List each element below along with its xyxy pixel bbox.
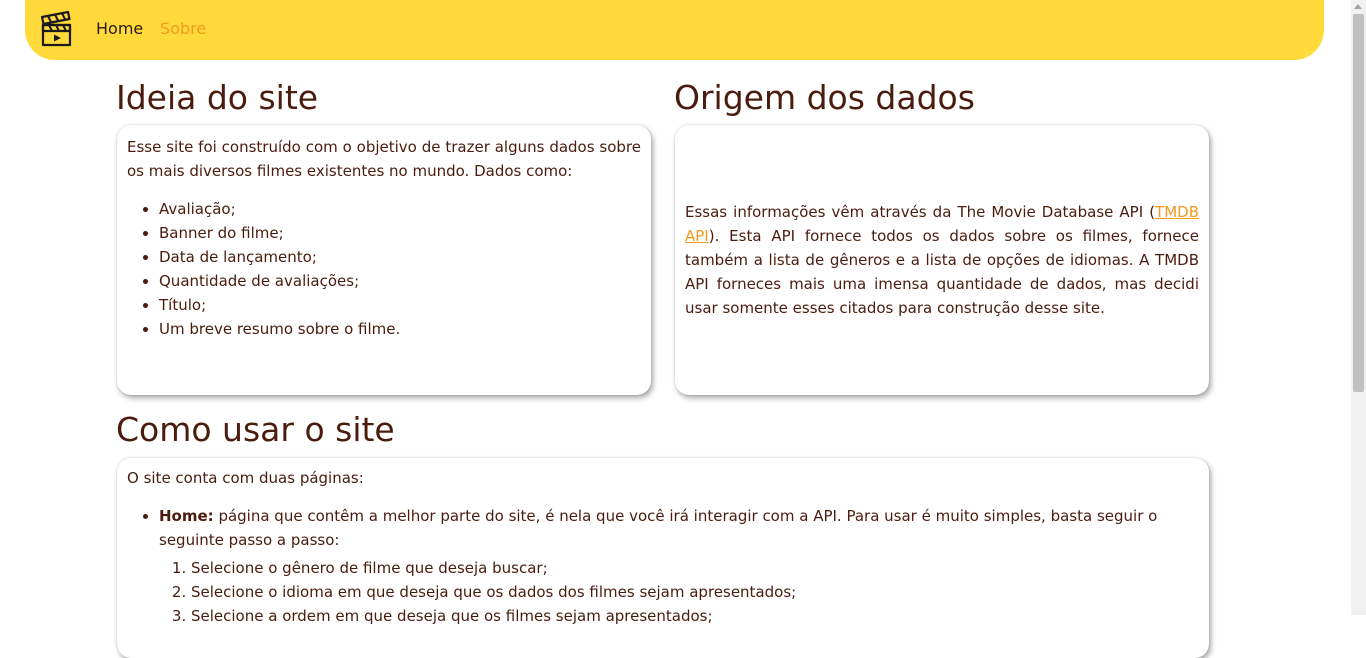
origem-text-after: ). Esta API fornece todos os dados sobre…	[685, 227, 1199, 317]
card-ideia: Esse site foi construído com o objetivo …	[117, 125, 651, 395]
origem-text-before: Essas informações vêm através da The Mov…	[685, 203, 1156, 221]
origem-text: Essas informações vêm através da The Mov…	[685, 200, 1199, 320]
como-list: Home: página que contêm a melhor parte d…	[127, 504, 1199, 628]
nav-link-sobre[interactable]: Sobre	[160, 19, 206, 39]
scrollbar-thumb[interactable]	[1353, 14, 1364, 392]
scrollbar[interactable]	[1351, 0, 1366, 615]
clapperboard-icon[interactable]	[39, 10, 73, 49]
steps-list: Selecione o gênero de filme que deseja b…	[159, 556, 1199, 628]
como-intro: O site conta com duas páginas:	[127, 469, 364, 487]
card-origem: Essas informações vêm através da The Mov…	[675, 125, 1209, 395]
section-title-ideia: Ideia do site	[116, 78, 319, 117]
section-title-como: Como usar o site	[116, 410, 395, 449]
home-label: Home:	[159, 507, 214, 525]
step-item: Selecione a ordem em que deseja que os f…	[191, 604, 1199, 628]
home-description: página que contêm a melhor parte do site…	[159, 507, 1158, 549]
list-item: Título;	[159, 293, 641, 317]
nav-link-home[interactable]: Home	[96, 19, 143, 39]
list-item: Home: página que contêm a melhor parte d…	[159, 504, 1199, 628]
list-item: Data de lançamento;	[159, 245, 641, 269]
list-item: Um breve resumo sobre o filme.	[159, 317, 641, 341]
step-item: Selecione o idioma em que deseja que os …	[191, 580, 1199, 604]
step-item: Selecione o gênero de filme que deseja b…	[191, 556, 1199, 580]
list-item: Avaliação;	[159, 197, 641, 221]
ideia-intro: Esse site foi construído com o objetivo …	[127, 138, 641, 180]
scroll-up-arrow-icon[interactable]	[1354, 4, 1362, 9]
list-item: Banner do filme;	[159, 221, 641, 245]
card-como: O site conta com duas páginas: Home: pág…	[117, 458, 1209, 658]
ideia-list: Avaliação; Banner do filme; Data de lanç…	[127, 197, 641, 341]
navbar: Home Sobre	[25, 0, 1324, 60]
section-title-origem: Origem dos dados	[674, 78, 975, 117]
list-item: Quantidade de avaliações;	[159, 269, 641, 293]
